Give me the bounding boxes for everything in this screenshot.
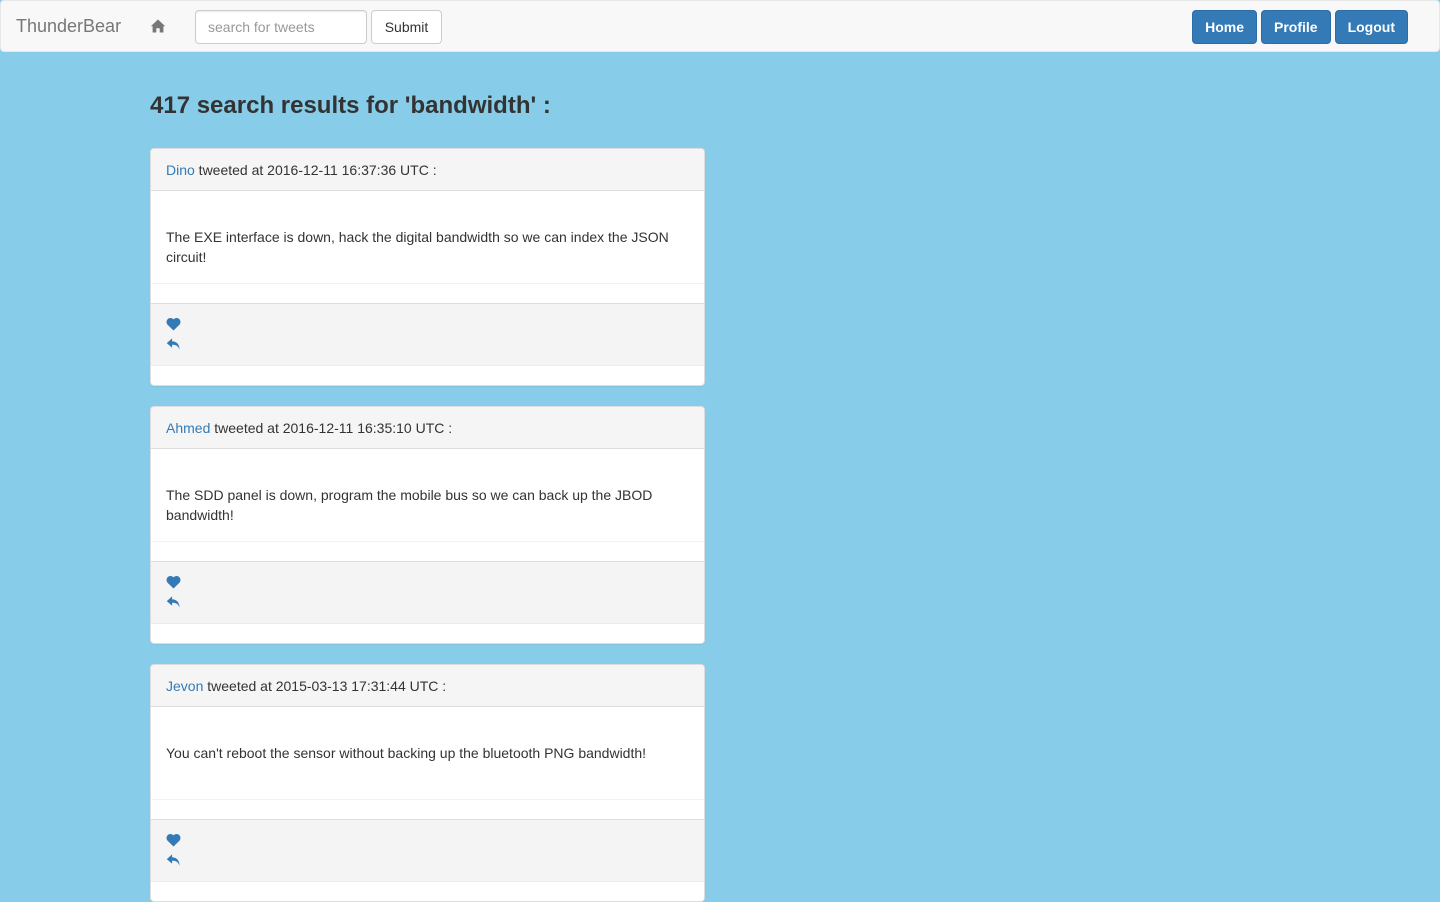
- tweet-text: The EXE interface is down, hack the digi…: [166, 229, 669, 265]
- reply-icon[interactable]: [166, 595, 181, 609]
- tweet-meta: tweeted at 2016-12-11 16:35:10 UTC :: [210, 420, 453, 436]
- tweet-author-link[interactable]: Dino: [166, 162, 195, 178]
- tweet-header: Ahmed tweeted at 2016-12-11 16:35:10 UTC…: [151, 407, 704, 449]
- heart-icon[interactable]: [166, 317, 181, 331]
- divider: [151, 799, 704, 800]
- brand[interactable]: ThunderBear: [16, 16, 121, 36]
- heart-icon[interactable]: [166, 833, 181, 847]
- tweet-header: Dino tweeted at 2016-12-11 16:37:36 UTC …: [151, 149, 704, 191]
- profile-button[interactable]: Profile: [1261, 10, 1331, 44]
- navbar: ThunderBear Submit Home Profile Logout: [0, 0, 1440, 52]
- tweet-card: Ahmed tweeted at 2016-12-11 16:35:10 UTC…: [150, 406, 705, 644]
- home-icon[interactable]: [150, 18, 166, 34]
- heart-icon[interactable]: [166, 575, 181, 589]
- divider: [151, 283, 704, 284]
- submit-button[interactable]: Submit: [371, 10, 442, 44]
- tweet-card: Jevon tweeted at 2015-03-13 17:31:44 UTC…: [150, 664, 705, 902]
- reply-icon[interactable]: [166, 337, 181, 351]
- tweet-text: The SDD panel is down, program the mobil…: [166, 487, 653, 523]
- tweet-actions: [151, 303, 704, 366]
- search-input[interactable]: [195, 10, 367, 44]
- tweet-author-link[interactable]: Ahmed: [166, 420, 210, 436]
- tweet-meta: tweeted at 2016-12-11 16:37:36 UTC :: [194, 162, 437, 178]
- tweet-actions: [151, 819, 704, 882]
- home-button[interactable]: Home: [1192, 10, 1257, 44]
- tweet-header: Jevon tweeted at 2015-03-13 17:31:44 UTC…: [151, 665, 704, 707]
- tweet-actions: [151, 561, 704, 624]
- results-title: 417 search results for 'bandwidth' :: [150, 92, 551, 119]
- divider: [151, 541, 704, 542]
- reply-icon[interactable]: [166, 853, 181, 867]
- nav-buttons: Home Profile Logout: [1192, 10, 1408, 44]
- tweet-meta: tweeted at 2015-03-13 17:31:44 UTC :: [203, 678, 447, 694]
- tweet-author-link[interactable]: Jevon: [166, 678, 203, 694]
- tweet-card: Dino tweeted at 2016-12-11 16:37:36 UTC …: [150, 148, 705, 386]
- tweet-text: You can't reboot the sensor without back…: [166, 745, 647, 761]
- logout-button[interactable]: Logout: [1334, 10, 1408, 44]
